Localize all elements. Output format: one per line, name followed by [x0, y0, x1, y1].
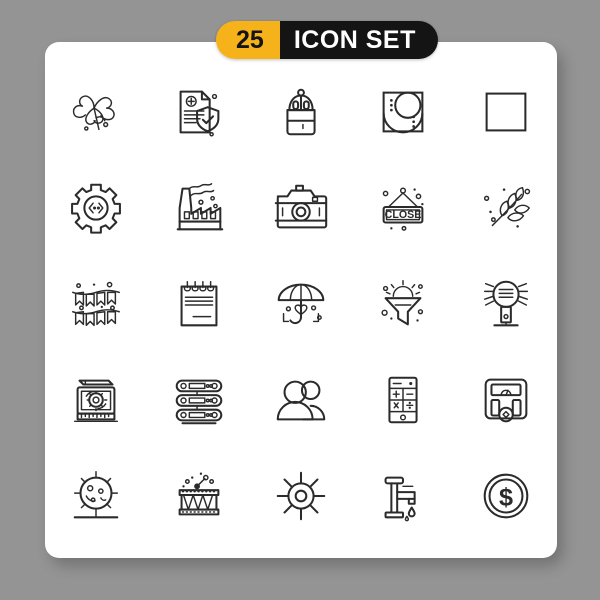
icon-cell-10[interactable] [455, 160, 557, 256]
empty-square-icon [485, 92, 527, 132]
close-sign-icon: CLOSE [382, 187, 424, 231]
icon-cell-3[interactable] [250, 64, 352, 160]
wheat-branch-icon [483, 186, 530, 228]
icon-cell-18[interactable] [250, 352, 352, 448]
dollar-symbol: $ [499, 484, 513, 512]
dollar-coin-icon: $ [483, 473, 529, 519]
icon-cell-22[interactable] [147, 448, 249, 544]
screenshot-stage: 25 ICON SET CLOSE $ [0, 0, 600, 600]
icon-cell-24[interactable] [352, 448, 454, 544]
icon-cell-20[interactable] [455, 352, 557, 448]
calculator-icon [388, 376, 418, 424]
funnel-sun-icon [381, 280, 424, 326]
icon-set-title: ICON SET [279, 21, 438, 59]
camera-icon [274, 184, 328, 229]
umbrella-heart-icon [277, 283, 325, 325]
icon-count-label: 25 [216, 21, 280, 59]
bunting-flags-icon [72, 281, 121, 327]
sun-icon [276, 471, 326, 521]
medical-report-shield-icon [179, 90, 219, 137]
icon-cell-21[interactable] [45, 448, 147, 544]
icon-cell-9[interactable]: CLOSE [352, 160, 454, 256]
icon-cell-23[interactable] [250, 448, 352, 544]
icon-cell-1[interactable] [45, 64, 147, 160]
icon-cell-17[interactable] [147, 352, 249, 448]
factory-icon [176, 183, 223, 231]
icon-cell-2[interactable] [147, 64, 249, 160]
icon-cell-7[interactable] [147, 160, 249, 256]
icon-cell-12[interactable] [147, 256, 249, 352]
icon-cell-6[interactable] [45, 160, 147, 256]
gear-code-icon [71, 183, 122, 234]
icon-cell-15[interactable] [455, 256, 557, 352]
abstract-geometric-square-icon [382, 91, 424, 134]
icon-cell-11[interactable] [45, 256, 147, 352]
drum-icon [178, 472, 219, 516]
icon-cell-4[interactable] [352, 64, 454, 160]
backpack-icon [286, 88, 316, 136]
icon-cell-25[interactable]: $ [455, 448, 557, 544]
icon-cell-14[interactable] [352, 256, 454, 352]
design-gear-pencil-icon [74, 379, 119, 423]
icon-cell-13[interactable] [250, 256, 352, 352]
icon-cell-5[interactable] [455, 64, 557, 160]
four-leaf-clover-icon [73, 95, 115, 131]
server-rack-icon [175, 379, 222, 425]
virus-cell-icon [73, 471, 119, 519]
magnifier-lamp-icon [483, 280, 528, 327]
weight-scale-icon [484, 378, 528, 423]
icon-set-badge: 25 ICON SET [216, 21, 438, 59]
icon-cell-16[interactable] [45, 352, 147, 448]
water-faucet-icon [384, 476, 417, 522]
icon-cell-8[interactable] [250, 160, 352, 256]
spiral-notepad-icon [180, 280, 218, 327]
users-group-icon [276, 380, 326, 421]
close-sign-text: CLOSE [385, 209, 422, 221]
icon-cell-19[interactable] [352, 352, 454, 448]
icon-grid: CLOSE $ [45, 64, 557, 544]
